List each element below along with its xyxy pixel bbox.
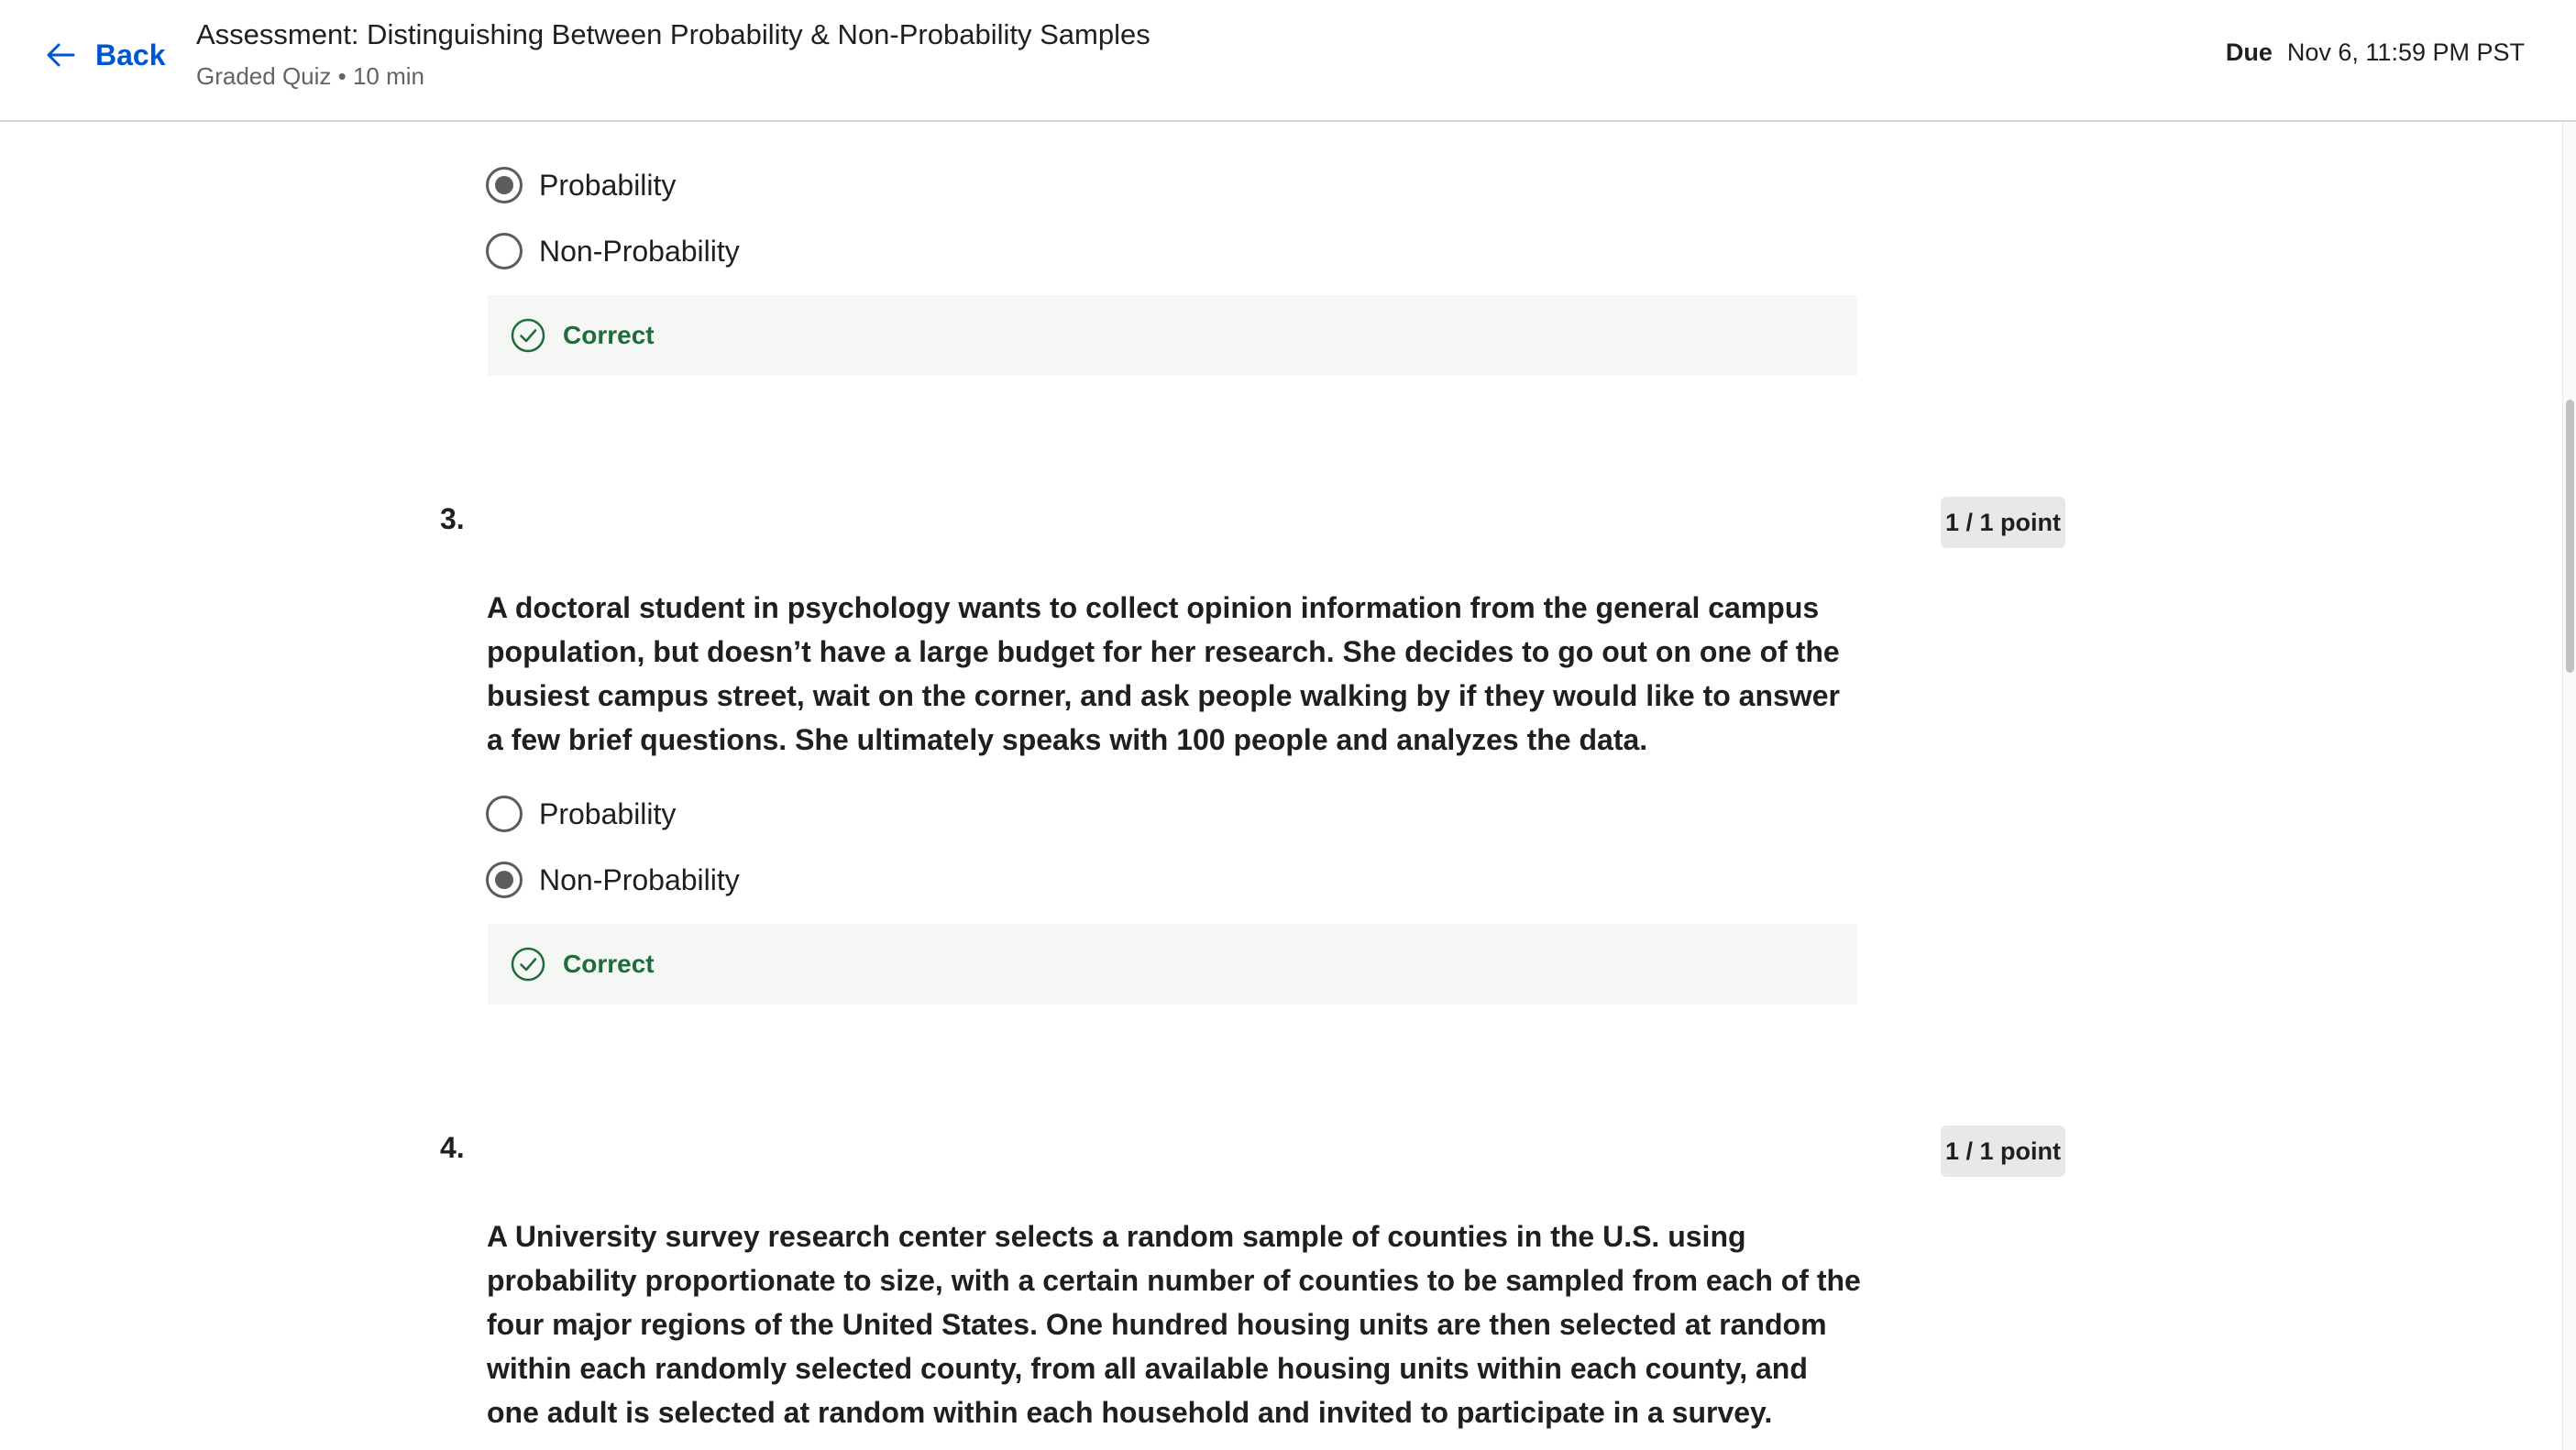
option-probability[interactable]: Probability	[486, 793, 676, 835]
feedback-correct: Correct	[488, 295, 1857, 376]
option-non-probability[interactable]: Non-Probability	[486, 859, 740, 901]
quiz-meta: Graded Quiz • 10 min	[196, 62, 424, 90]
option-non-probability[interactable]: Non-Probability	[486, 230, 740, 272]
option-probability[interactable]: Probability	[486, 164, 676, 206]
points-badge: 1 / 1 point	[1941, 497, 2065, 548]
question-text: A University survey research center sele…	[487, 1220, 1861, 1429]
option-label: Probability	[539, 796, 677, 830]
back-button[interactable]: Back	[42, 33, 166, 77]
feedback-text: Correct	[563, 950, 655, 978]
question-number: 4.	[440, 1131, 465, 1164]
check-circle-icon	[511, 318, 545, 353]
option-label: Probability	[539, 168, 677, 202]
points-badge: 1 / 1 point	[1941, 1126, 2065, 1177]
due-label: Due	[2225, 38, 2273, 66]
radio-button[interactable]	[486, 233, 523, 269]
due-value: Nov 6, 11:59 PM PST	[2286, 38, 2525, 66]
radio-button[interactable]	[486, 862, 523, 898]
arrow-left-icon	[47, 43, 75, 67]
option-label: Non-Probability	[539, 862, 740, 896]
scrollbar-thumb[interactable]	[2566, 400, 2574, 673]
radio-button[interactable]	[486, 796, 523, 832]
back-label: Back	[95, 38, 166, 71]
radio-button[interactable]	[486, 167, 523, 203]
feedback-correct: Correct	[488, 924, 1857, 1005]
option-label: Non-Probability	[539, 234, 740, 268]
question-text: A doctoral student in psychology wants t…	[487, 591, 1840, 756]
quiz-content: Probability Non-Probability Correct 3. 1…	[0, 0, 2562, 1450]
quiz-header: Back Assessment: Distinguishing Between …	[0, 0, 2576, 122]
check-circle-icon	[511, 947, 545, 982]
page-title: Assessment: Distinguishing Between Proba…	[196, 18, 1150, 50]
due-date: Due Nov 6, 11:59 PM PST	[2226, 38, 2525, 67]
feedback-text: Correct	[563, 321, 655, 349]
scrollbar-track[interactable]	[2562, 122, 2576, 1450]
question-number: 3.	[440, 502, 465, 535]
